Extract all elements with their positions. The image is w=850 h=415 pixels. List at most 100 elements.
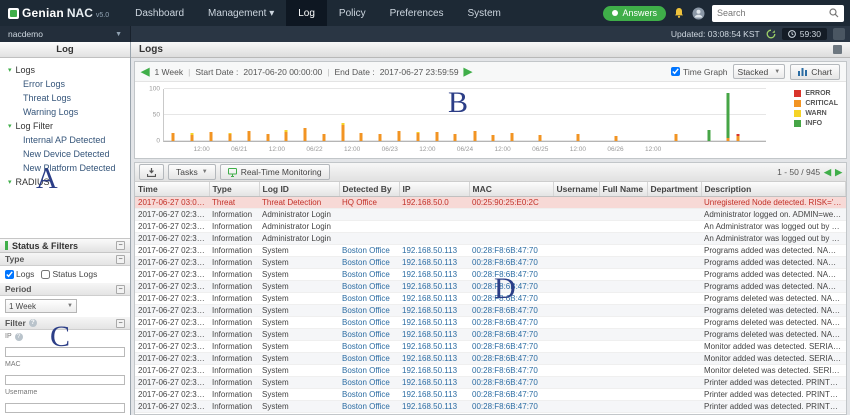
time-graph-toggle[interactable]: Time Graph [671,67,728,77]
column-header-mac[interactable]: MAC [469,182,553,197]
column-header-log-id[interactable]: Log ID [259,182,339,197]
refresh-icon[interactable] [766,29,776,39]
type-checkbox-logs[interactable] [5,270,14,279]
tree-item-log-filter[interactable]: ▾Log Filter [2,119,128,133]
cell-time: 2017-06-27 03:02:22 [135,197,209,209]
chart-bar-warn [341,123,344,126]
table-row[interactable]: 2017-06-27 02:36:35InformationSystemBost… [135,365,846,377]
help-icon[interactable]: ? [15,333,23,341]
user-account-icon[interactable] [692,7,705,20]
table-row[interactable]: 2017-06-27 02:36:35InformationSystemBost… [135,257,846,269]
tree-item-error-logs[interactable]: Error Logs [2,77,128,91]
tree-item-logs[interactable]: ▾Logs [2,63,128,77]
menu-item-log[interactable]: Log [286,0,327,26]
status-filters-header[interactable]: Status & Filters − [0,238,130,253]
tree-item-new-device-detected[interactable]: New Device Detected [2,147,128,161]
table-row[interactable]: 2017-06-27 02:36:35InformationSystemBost… [135,281,846,293]
time-graph-checkbox[interactable] [671,67,680,76]
column-header-department[interactable]: Department [647,182,701,197]
range-prev-icon[interactable]: ◀ [141,65,149,78]
tasks-button[interactable]: Tasks ▼ [168,164,216,180]
page-next-icon[interactable]: ▶ [835,167,842,178]
table-row[interactable]: 2017-06-27 02:36:25InformationSystemBost… [135,401,846,413]
filter-input-username[interactable] [5,403,125,413]
column-header-full-name[interactable]: Full Name [599,182,647,197]
menu-item-dashboard[interactable]: Dashboard [123,0,196,26]
search-icon[interactable] [829,8,839,18]
chart-bar-warn [285,130,288,132]
column-header-type[interactable]: Type [209,182,259,197]
tree-item-threat-logs[interactable]: Threat Logs [2,91,128,105]
chart-bar-critical [577,134,580,141]
table-row[interactable]: 2017-06-27 02:36:35InformationSystemBost… [135,353,846,365]
table-row[interactable]: 2017-06-27 02:37:51InformationAdministra… [135,233,846,245]
table-row[interactable]: 2017-06-27 02:36:35InformationSystemBost… [135,341,846,353]
collapse-icon[interactable]: − [116,319,125,328]
cell-username [553,197,599,209]
table-row[interactable]: 2017-06-27 02:36:25InformationSystemBost… [135,389,846,401]
menu-item-preferences[interactable]: Preferences [378,0,456,26]
table-row[interactable]: 2017-06-27 02:37:51InformationAdministra… [135,209,846,221]
collapse-icon[interactable]: − [116,255,125,264]
stack-mode-select[interactable]: Stacked ▼ [733,64,786,79]
answers-button[interactable]: Answers [603,6,666,21]
tree-item-internal-ap-detected[interactable]: Internal AP Detected [2,133,128,147]
realtime-monitoring-button[interactable]: Real-Time Monitoring [220,164,330,180]
column-header-username[interactable]: Username [553,182,599,197]
tree-item-warning-logs[interactable]: Warning Logs [2,105,128,119]
cell-description: Printer added was detected. PRINTERNAME=… [701,377,846,389]
chart-button[interactable]: Chart [790,64,840,80]
tree-item-new-platform-detected[interactable]: New Platform Detected [2,161,128,175]
search-input[interactable] [717,8,829,18]
collapse-icon[interactable]: − [116,241,125,250]
chart-bar-warn [417,132,420,134]
range-next-icon[interactable]: ▶ [464,65,472,78]
type-checkbox-status-logs[interactable] [41,270,50,279]
type-option-logs[interactable]: Logs [5,269,34,279]
cell-description: Programs added was detected. NAME=Genian… [701,269,846,281]
table-row[interactable]: 2017-06-27 02:36:35InformationSystemBost… [135,377,846,389]
cell-time: 2017-06-27 02:36:35 [135,353,209,365]
collapse-icon[interactable]: − [116,285,125,294]
notification-bell-icon[interactable] [673,7,685,19]
page-prev-icon[interactable]: ◀ [824,167,831,178]
help-icon[interactable]: ? [29,319,37,327]
type-section-header[interactable]: Type − [0,253,130,266]
chart-bar-critical [266,134,269,141]
column-header-time[interactable]: Time [135,182,209,197]
cell-ip: 192.168.50.113 [399,305,469,317]
log-table-container[interactable]: TimeTypeLog IDDetected ByIPMACUsernameFu… [134,182,847,415]
filter-section-header[interactable]: Filter ? − [0,317,130,330]
table-row[interactable]: 2017-06-27 02:36:35InformationSystemBost… [135,293,846,305]
export-button[interactable] [139,164,164,180]
type-option-status-logs[interactable]: Status Logs [41,269,97,279]
table-row[interactable]: 2017-06-27 02:36:35InformationSystemBost… [135,305,846,317]
column-header-description[interactable]: Description [701,182,846,197]
table-row[interactable]: 2017-06-27 03:02:22ThreatThreat Detectio… [135,197,846,209]
period-select[interactable]: 1 Week ▼ [5,299,77,313]
filter-input-ip[interactable] [5,347,125,357]
table-row[interactable]: 2017-06-27 02:36:35InformationSystemBost… [135,245,846,257]
chart-bar-critical [285,132,288,141]
filter-input-mac[interactable] [5,375,125,385]
chart-bar-critical [379,134,382,141]
answers-label: Answers [622,8,657,18]
table-row[interactable]: 2017-06-27 02:37:51InformationAdministra… [135,221,846,233]
column-header-detected-by[interactable]: Detected By [339,182,399,197]
period-section-header[interactable]: Period − [0,283,130,296]
menu-item-policy[interactable]: Policy [327,0,378,26]
table-row[interactable]: 2017-06-27 02:36:35InformationSystemBost… [135,317,846,329]
panel-toggle-icon[interactable] [833,45,842,54]
table-row[interactable]: 2017-06-27 02:36:35InformationSystemBost… [135,329,846,341]
chart-bar-warn [191,133,194,135]
site-selector[interactable]: nacdemo ▼ [0,26,131,42]
brand-logo[interactable]: Genian NAC v5.0 [8,6,109,20]
chart-panel: ◀ 1 Week | Start Date : 2017-06-20 00:00… [134,61,847,159]
tree-item-radius[interactable]: ▾RADIUS [2,175,128,189]
lock-screen-icon[interactable] [833,28,845,40]
table-row[interactable]: 2017-06-27 02:36:35InformationSystemBost… [135,269,846,281]
menu-item-management[interactable]: Management ▾ [196,0,286,26]
cell-full-name [599,317,647,329]
column-header-ip[interactable]: IP [399,182,469,197]
menu-item-system[interactable]: System [456,0,513,26]
